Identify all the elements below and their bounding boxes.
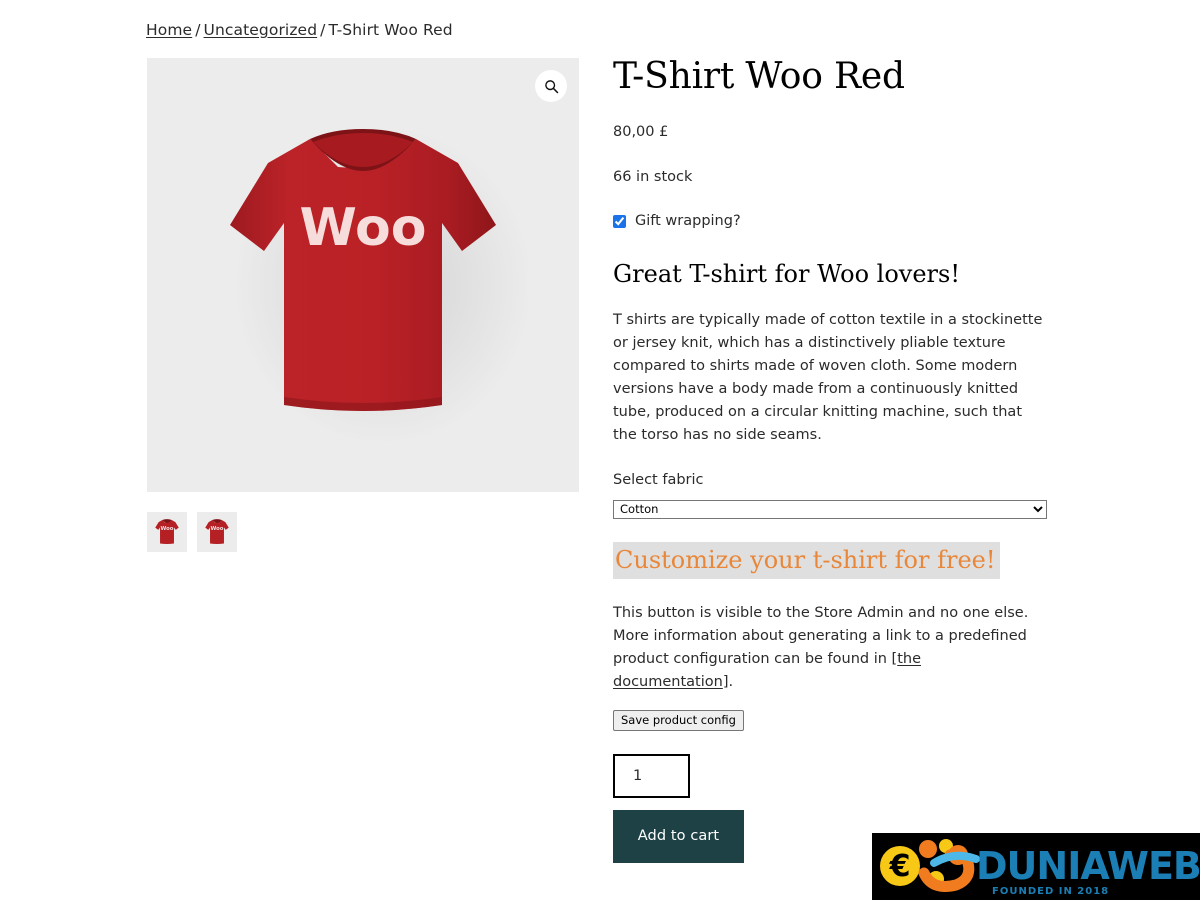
product-page: Home / Uncategorized / T-Shirt Woo Red W… bbox=[0, 0, 1200, 900]
gift-wrapping-row[interactable]: Gift wrapping? bbox=[613, 213, 1049, 229]
add-to-cart-button[interactable]: Add to cart bbox=[613, 809, 744, 863]
euro-symbol-icon: € bbox=[880, 846, 920, 886]
breadcrumb-current: T-Shirt Woo Red bbox=[328, 21, 453, 39]
admin-note-text-2: ]. bbox=[722, 673, 734, 690]
tshirt-thumb-svg: Woo bbox=[155, 519, 179, 544]
quantity-input[interactable] bbox=[615, 755, 688, 796]
product-summary: T-Shirt Woo Red 80,00 £ 66 in stock Gift… bbox=[613, 55, 1049, 900]
svg-text:€: € bbox=[889, 849, 911, 884]
save-product-config-button[interactable]: Save product config bbox=[613, 709, 744, 731]
fabric-label: Select fabric bbox=[613, 471, 704, 488]
svg-text:Woo: Woo bbox=[161, 526, 174, 532]
watermark-overlay: € DUNIAWEB FOUNDED IN 2018 bbox=[872, 833, 1200, 900]
admin-note: This button is visible to the Store Admi… bbox=[613, 579, 1033, 694]
breadcrumb-link-home[interactable]: Home bbox=[146, 21, 192, 39]
description-body: T shirts are typically made of cotton te… bbox=[613, 311, 1043, 443]
customize-heading: Customize your t-shirt for free! bbox=[613, 541, 1000, 579]
breadcrumb: Home / Uncategorized / T-Shirt Woo Red bbox=[146, 21, 453, 39]
page-title: T-Shirt Woo Red bbox=[613, 56, 905, 97]
image-zoom-button[interactable] bbox=[535, 70, 567, 102]
tshirt-svg: Woo bbox=[230, 125, 528, 445]
tshirt-thumb-svg: Woo bbox=[205, 519, 229, 544]
gift-wrapping-checkbox[interactable] bbox=[613, 214, 626, 228]
product-main-image[interactable]: Woo bbox=[147, 58, 579, 492]
breadcrumb-separator-2: / bbox=[320, 21, 326, 39]
admin-note-text-1: This button is visible to the Store Admi… bbox=[613, 604, 1029, 667]
product-gallery: Woo bbox=[147, 58, 579, 492]
search-icon bbox=[544, 79, 558, 93]
tshirt-illustration: Woo bbox=[147, 58, 579, 492]
shirt-print-text: Woo bbox=[300, 198, 427, 258]
watermark-tagline: FOUNDED IN 2018 bbox=[992, 886, 1109, 897]
watermark-brand: DUNIAWEB bbox=[976, 844, 1200, 888]
thumbnail-2[interactable]: Woo bbox=[197, 512, 237, 552]
fabric-select[interactable]: Cotton bbox=[613, 499, 1047, 519]
quantity-stepper[interactable] bbox=[613, 753, 690, 798]
stock-status: 66 in stock bbox=[613, 169, 693, 186]
gift-wrapping-label: Gift wrapping? bbox=[635, 213, 741, 230]
breadcrumb-separator-1: / bbox=[195, 21, 201, 39]
description-heading: Great T-shirt for Woo lovers! bbox=[613, 260, 960, 289]
breadcrumb-link-category[interactable]: Uncategorized bbox=[204, 21, 318, 39]
svg-text:Woo: Woo bbox=[211, 526, 224, 532]
duniaweb-logo: € DUNIAWEB FOUNDED IN 2018 bbox=[872, 833, 1200, 900]
product-price: 80,00 £ bbox=[613, 124, 669, 141]
product-thumbnails: Woo Woo bbox=[147, 512, 237, 552]
thumbnail-1[interactable]: Woo bbox=[147, 512, 187, 552]
